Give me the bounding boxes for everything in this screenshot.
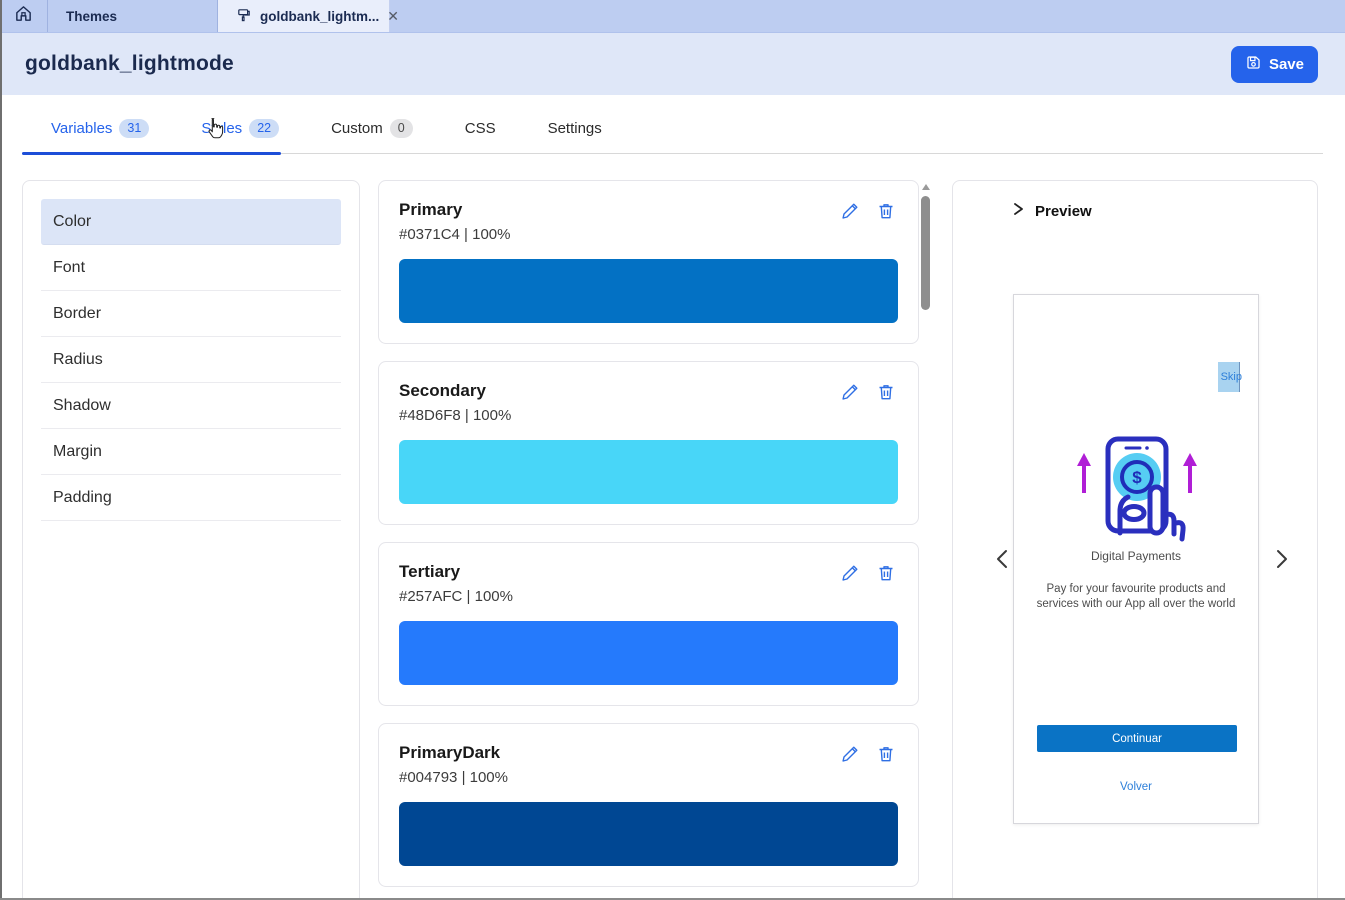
edit-icon[interactable] <box>840 563 860 583</box>
delete-icon[interactable] <box>876 563 896 583</box>
continue-button[interactable]: Continuar <box>1037 725 1237 752</box>
color-value: #0371C4 | 100% <box>399 225 898 245</box>
tab-goldbank-label: goldbank_lightm... <box>260 9 379 24</box>
sidebar-item-font[interactable]: Font <box>41 245 341 291</box>
color-card-tertiary: Tertiary #257AFC | 100% <box>378 542 919 706</box>
color-card-primarydark: PrimaryDark #004793 | 100% <box>378 723 919 887</box>
illustration-caption: Digital Payments <box>1014 549 1258 563</box>
preview-toggle[interactable]: Preview <box>1011 202 1092 221</box>
tab-settings[interactable]: Settings <box>548 120 602 137</box>
cards-scrollbar[interactable] <box>920 181 932 900</box>
preview-title: Preview <box>1035 203 1092 220</box>
preview-phone-mockup: Skip <box>1013 294 1259 824</box>
home-button[interactable] <box>0 0 48 32</box>
app-window: Themes goldbank_lightm... ✕ goldbank_lig… <box>0 0 1345 900</box>
color-name: Primary <box>399 199 898 221</box>
illustration-description: Pay for your favourite products and serv… <box>1030 582 1242 612</box>
color-swatch[interactable] <box>399 621 898 685</box>
close-icon[interactable]: ✕ <box>387 9 399 23</box>
sidebar-item-shadow[interactable]: Shadow <box>41 383 341 429</box>
sidebar-item-padding[interactable]: Padding <box>41 475 341 521</box>
save-button-label: Save <box>1269 56 1304 73</box>
digital-payments-illustration: $ <box>1062 435 1212 555</box>
delete-icon[interactable] <box>876 382 896 402</box>
edit-icon[interactable] <box>840 382 860 402</box>
sidebar-item-label: Shadow <box>53 397 111 415</box>
tab-themes-label: Themes <box>66 9 117 24</box>
tab-styles-label: Styles <box>201 120 242 137</box>
arrow-up-icon <box>1183 453 1197 493</box>
skip-label: Skip <box>1221 371 1242 383</box>
delete-icon[interactable] <box>876 744 896 764</box>
tab-goldbank-lightmode[interactable]: goldbank_lightm... ✕ <box>218 0 390 32</box>
page-header: goldbank_lightmode Save <box>0 33 1345 95</box>
style-categories-panel: Color Font Border Radius Shadow Margin P… <box>22 180 360 900</box>
window-tabstrip: Themes goldbank_lightm... ✕ <box>0 0 1345 33</box>
sidebar-item-label: Radius <box>53 351 103 369</box>
color-card-primary: Primary #0371C4 | 100% <box>378 180 919 344</box>
color-swatch[interactable] <box>399 259 898 323</box>
color-name: Tertiary <box>399 561 898 583</box>
tab-custom-label: Custom <box>331 120 383 137</box>
paint-icon <box>236 7 252 26</box>
color-styles-list: Primary #0371C4 | 100% Secondary #48D6F8… <box>378 180 919 900</box>
tab-themes[interactable]: Themes <box>48 0 218 32</box>
color-name: Secondary <box>399 380 898 402</box>
sidebar-item-radius[interactable]: Radius <box>41 337 341 383</box>
tab-css-label: CSS <box>465 120 496 137</box>
sidebar-item-label: Border <box>53 305 101 323</box>
tab-variables-label: Variables <box>51 120 112 137</box>
tab-custom-count: 0 <box>390 119 413 138</box>
color-value: #48D6F8 | 100% <box>399 406 898 426</box>
sidebar-item-label: Font <box>53 259 85 277</box>
tab-settings-label: Settings <box>548 120 602 137</box>
tab-styles[interactable]: Styles 22 <box>201 119 279 138</box>
tab-custom[interactable]: Custom 0 <box>331 119 413 138</box>
sidebar-item-label: Margin <box>53 443 102 461</box>
carousel-prev-button[interactable] <box>990 547 1014 573</box>
skip-link[interactable]: Skip <box>1221 371 1242 383</box>
edit-icon[interactable] <box>840 201 860 221</box>
color-name: PrimaryDark <box>399 742 898 764</box>
sidebar-item-label: Padding <box>53 489 112 507</box>
carousel-next-button[interactable] <box>1270 547 1294 573</box>
tab-styles-count: 22 <box>249 119 279 138</box>
tab-css[interactable]: CSS <box>465 120 496 137</box>
home-icon <box>14 4 33 28</box>
window-left-border <box>0 0 2 900</box>
color-value: #004793 | 100% <box>399 768 898 788</box>
sidebar-item-margin[interactable]: Margin <box>41 429 341 475</box>
svg-text:$: $ <box>1132 468 1142 487</box>
color-card-secondary: Secondary #48D6F8 | 100% <box>378 361 919 525</box>
sidebar-item-label: Color <box>53 213 91 231</box>
chevron-right-icon <box>1011 202 1025 221</box>
scroll-up-arrow-icon[interactable] <box>922 184 930 190</box>
tab-variables[interactable]: Variables 31 <box>51 119 149 138</box>
color-swatch[interactable] <box>399 440 898 504</box>
page-title: goldbank_lightmode <box>25 52 234 76</box>
back-link[interactable]: Volver <box>1014 781 1258 793</box>
sidebar-item-color[interactable]: Color <box>41 199 341 245</box>
edit-icon[interactable] <box>840 744 860 764</box>
color-value: #257AFC | 100% <box>399 587 898 607</box>
floppy-icon <box>1245 54 1262 75</box>
sidebar-item-border[interactable]: Border <box>41 291 341 337</box>
save-button[interactable]: Save <box>1231 46 1318 83</box>
delete-icon[interactable] <box>876 201 896 221</box>
active-tab-indicator <box>22 152 281 155</box>
scrollbar-thumb[interactable] <box>921 196 930 310</box>
tab-variables-count: 31 <box>119 119 149 138</box>
color-swatch[interactable] <box>399 802 898 866</box>
preview-panel: Preview Skip <box>952 180 1318 900</box>
nav-tabs-row: Variables 31 Styles 22 Custom 0 CSS Sett… <box>0 109 1345 154</box>
arrow-up-icon <box>1077 453 1091 493</box>
